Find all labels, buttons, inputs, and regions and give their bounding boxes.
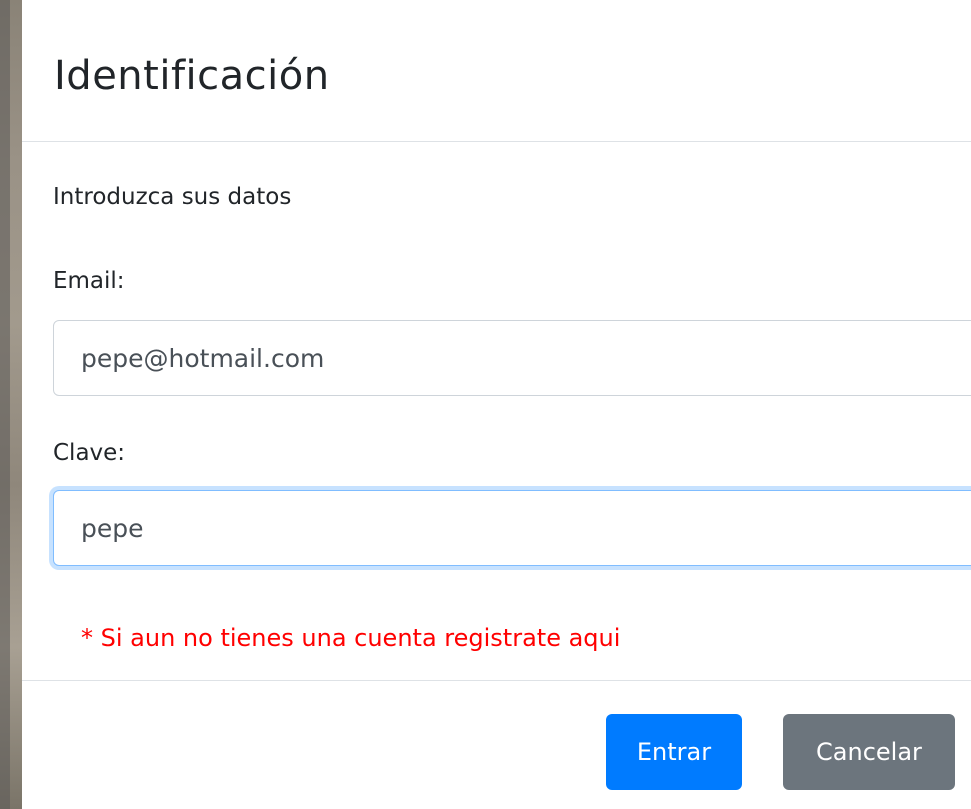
email-field[interactable] bbox=[53, 320, 971, 396]
modal-header: Identificación bbox=[22, 0, 971, 142]
intro-text: Introduzca sus datos bbox=[53, 184, 292, 210]
modal-footer: Entrar Cancelar bbox=[22, 680, 971, 809]
page-backdrop bbox=[0, 0, 22, 809]
register-link[interactable]: * Si aun no tienes una cuenta registrate… bbox=[81, 624, 620, 652]
submit-button[interactable]: Entrar bbox=[606, 714, 742, 790]
modal-title: Identificación bbox=[54, 53, 330, 99]
password-field[interactable] bbox=[53, 490, 971, 566]
cancel-button[interactable]: Cancelar bbox=[783, 714, 955, 790]
password-label: Clave: bbox=[53, 440, 126, 466]
email-label: Email: bbox=[53, 268, 125, 294]
login-modal: Identificación Introduzca sus datos Emai… bbox=[22, 0, 971, 809]
